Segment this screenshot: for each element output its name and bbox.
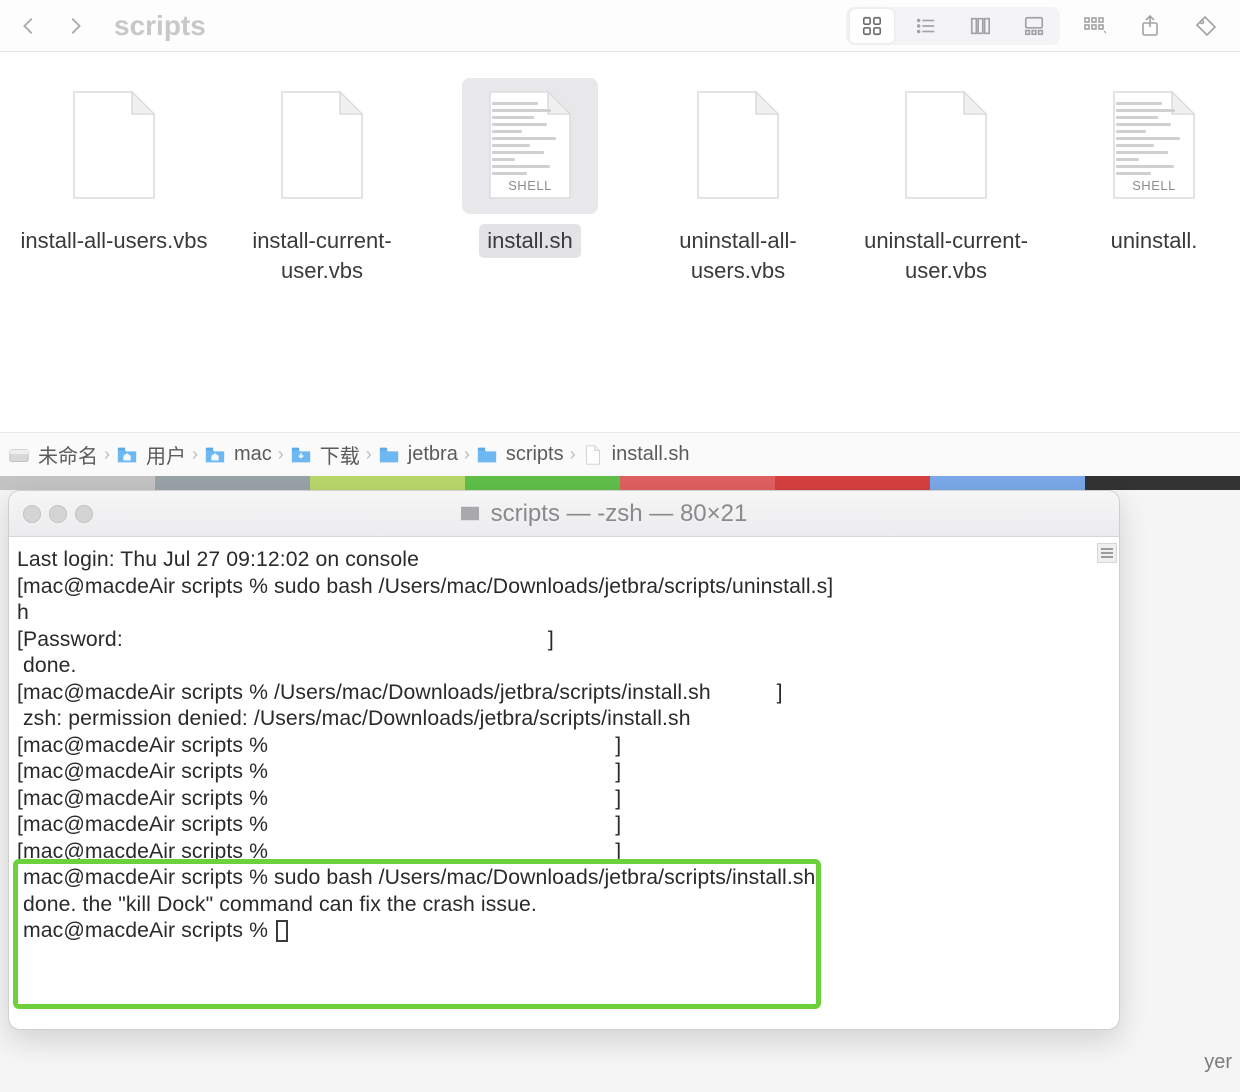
breadcrumb-label: install.sh bbox=[612, 443, 690, 466]
chevron-right-icon: › bbox=[104, 444, 110, 465]
breadcrumb-label: scripts bbox=[506, 443, 564, 466]
breadcrumb-label: 用户 bbox=[146, 440, 186, 469]
terminal-line: [mac@macdeAir scripts % ] bbox=[17, 812, 1111, 839]
breadcrumb-label: jetbra bbox=[408, 443, 458, 466]
forward-button[interactable] bbox=[58, 9, 92, 43]
chevron-right-icon: › bbox=[570, 444, 576, 465]
terminal-line: done. bbox=[17, 653, 1111, 680]
terminal-line: [mac@macdeAir scripts % ] bbox=[17, 733, 1111, 760]
file-name: install-all-users.vbs bbox=[12, 224, 215, 258]
dock-strip bbox=[0, 476, 1240, 490]
traffic-close-icon[interactable] bbox=[23, 505, 41, 523]
file-item[interactable]: install-current-user.vbs bbox=[218, 72, 426, 432]
terminal-title-text: scripts — -zsh — 80×21 bbox=[491, 500, 748, 528]
group-by-button[interactable] bbox=[1072, 9, 1116, 43]
terminal-line: [Password: ] bbox=[17, 627, 1111, 654]
back-button[interactable] bbox=[12, 9, 46, 43]
terminal-title: scripts — -zsh — 80×21 bbox=[101, 500, 1105, 528]
terminal-line: done. the "kill Dock" command can fix th… bbox=[17, 892, 1111, 919]
breadcrumb-label: mac bbox=[234, 443, 272, 466]
scroll-handle-icon[interactable] bbox=[1097, 543, 1117, 563]
breadcrumb-item[interactable]: 用户 bbox=[116, 440, 186, 469]
chevron-right-icon: › bbox=[464, 444, 470, 465]
window-title: scripts bbox=[114, 10, 206, 42]
file-name: uninstall-current-user.vbs bbox=[842, 224, 1050, 287]
file-icon bbox=[46, 78, 182, 214]
file-icon bbox=[878, 78, 1014, 214]
view-mode-group bbox=[846, 7, 1060, 45]
path-bar[interactable]: 未命名 › 用户 › mac › 下载 › jetbra › scripts › install.sh bbox=[0, 432, 1240, 476]
terminal-line: [mac@macdeAir scripts % /Users/mac/Downl… bbox=[17, 680, 1111, 707]
terminal-line: Last login: Thu Jul 27 09:12:02 on conso… bbox=[17, 547, 1111, 574]
breadcrumb-item[interactable]: scripts bbox=[476, 443, 564, 466]
view-columns-button[interactable] bbox=[958, 9, 1002, 43]
terminal-line: mac@macdeAir scripts % sudo bash /Users/… bbox=[17, 865, 1111, 892]
terminal-window: scripts — -zsh — 80×21 Last login: Thu J… bbox=[8, 490, 1120, 1030]
file-item[interactable]: install-all-users.vbs bbox=[10, 72, 218, 432]
finder-toolbar: scripts bbox=[0, 0, 1240, 52]
cursor-icon bbox=[276, 920, 288, 942]
traffic-min-icon[interactable] bbox=[49, 505, 67, 523]
traffic-max-icon[interactable] bbox=[75, 505, 93, 523]
chevron-right-icon: › bbox=[278, 444, 284, 465]
file-name: install.sh bbox=[479, 224, 581, 258]
background-text: yer bbox=[1204, 1051, 1232, 1074]
terminal-line: [mac@macdeAir scripts % ] bbox=[17, 839, 1111, 866]
chevron-right-icon: › bbox=[192, 444, 198, 465]
files-grid[interactable]: install-all-users.vbs install-current-us… bbox=[0, 52, 1240, 432]
terminal-line: h bbox=[17, 600, 1111, 627]
shell-badge: SHELL bbox=[1106, 178, 1202, 193]
file-icon: SHELL bbox=[1086, 78, 1222, 214]
breadcrumb-item[interactable]: mac bbox=[204, 443, 272, 466]
chevron-right-icon: › bbox=[366, 444, 372, 465]
file-icon bbox=[670, 78, 806, 214]
file-item[interactable]: SHELL install.sh bbox=[426, 72, 634, 432]
file-name: install-current-user.vbs bbox=[218, 224, 426, 287]
file-item[interactable]: SHELL uninstall. bbox=[1050, 72, 1240, 432]
terminal-line: [mac@macdeAir scripts % sudo bash /Users… bbox=[17, 574, 1111, 601]
breadcrumb-label: 下载 bbox=[320, 440, 360, 469]
breadcrumb-item[interactable]: install.sh bbox=[582, 443, 690, 466]
breadcrumb-label: 未命名 bbox=[38, 440, 98, 469]
terminal-line: zsh: permission denied: /Users/mac/Downl… bbox=[17, 706, 1111, 733]
terminal-line: mac@macdeAir scripts % bbox=[17, 918, 1111, 945]
terminal-line: [mac@macdeAir scripts % ] bbox=[17, 786, 1111, 813]
terminal-body[interactable]: Last login: Thu Jul 27 09:12:02 on conso… bbox=[9, 537, 1119, 1029]
share-button[interactable] bbox=[1128, 9, 1172, 43]
terminal-titlebar[interactable]: scripts — -zsh — 80×21 bbox=[9, 491, 1119, 537]
file-item[interactable]: uninstall-all-users.vbs bbox=[634, 72, 842, 432]
view-gallery-button[interactable] bbox=[1012, 9, 1056, 43]
file-item[interactable]: uninstall-current-user.vbs bbox=[842, 72, 1050, 432]
shell-badge: SHELL bbox=[482, 178, 578, 193]
tags-button[interactable] bbox=[1184, 9, 1228, 43]
file-icon bbox=[254, 78, 390, 214]
view-list-button[interactable] bbox=[904, 9, 948, 43]
view-icons-button[interactable] bbox=[850, 9, 894, 43]
breadcrumb-item[interactable]: jetbra bbox=[378, 443, 458, 466]
terminal-line: [mac@macdeAir scripts % ] bbox=[17, 759, 1111, 786]
file-name: uninstall. bbox=[1103, 224, 1206, 258]
file-icon: SHELL bbox=[462, 78, 598, 214]
file-name: uninstall-all-users.vbs bbox=[634, 224, 842, 287]
breadcrumb-item[interactable]: 下载 bbox=[290, 440, 360, 469]
breadcrumb-item[interactable]: 未命名 bbox=[8, 440, 98, 469]
